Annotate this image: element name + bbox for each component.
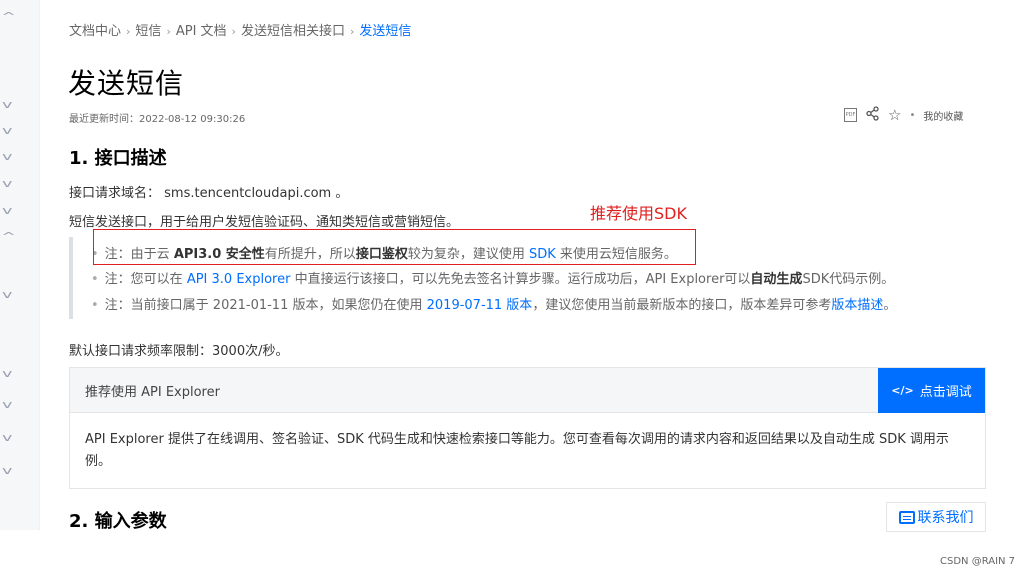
contact-us-label: 联系我们 [917,510,974,526]
breadcrumb-item-api-docs[interactable]: API 文档 [176,24,227,39]
favorites-link[interactable]: 我的收藏 [923,108,963,123]
api-explorer-description-line: API Explorer 提供了在线调用、签名验证、SDK 代码生成和快速检索接… [85,432,949,447]
breadcrumb-item-current[interactable]: 发送短信 [359,24,411,39]
chevron-down-icon[interactable]: v [2,288,12,301]
note-version: • 注：当前接口属于 2021-01-11 版本，如果您仍在使用 2019-07-… [91,294,896,313]
chevron-down-icon[interactable]: v [2,124,12,137]
last-updated-text: 最近更新时间：2022-08-12 09:30:26 [69,114,246,125]
chevron-down-icon[interactable]: v [2,98,12,111]
chevron-down-icon[interactable]: v [2,464,12,477]
api-explorer-description-line: 例。 [85,454,112,469]
divider-dot-icon: • [909,109,916,121]
section-heading-description: 1. 接口描述 [69,148,167,169]
page-title: 发送短信 [68,67,185,100]
bullet-icon: • [91,272,99,287]
chevron-down-icon[interactable]: v [2,177,12,190]
page-tools: PDF ☆ • 我的收藏 [844,106,963,124]
note-text: SDK代码示例。 [802,272,895,287]
breadcrumb-separator-icon: › [166,25,171,38]
description-text: 短信发送接口，用于给用户发短信验证码、通知类短信或营销短信。 [69,215,460,230]
code-icon: </> [891,384,914,397]
chevron-down-icon[interactable]: v [2,398,12,411]
annotation-label: 推荐使用SDK [590,204,687,223]
chevron-down-icon[interactable]: v [2,204,12,217]
api-explorer-header: 推荐使用 API Explorer </> 点击调试 [70,368,985,413]
rate-limit-text: 默认接口请求频率限制：3000次/秒。 [69,344,289,359]
note-bold: 自动生成 [750,272,803,287]
note-explorer: • 注：您可以在 API 3.0 Explorer 中直接运行该接口，可以先免去签… [91,268,894,287]
note-text: 注：当前接口属于 2021-01-11 版本，如果您仍在使用 [104,298,427,313]
section-heading-input-params: 2. 输入参数 [69,511,167,532]
chevron-up-icon[interactable]: ^ [1,230,16,243]
watermark: CSDN @RAIN 7 [940,556,1016,567]
note-text: 注：您可以在 [104,272,187,287]
annotation-highlight-box [93,229,696,265]
bullet-icon: • [91,298,99,313]
chevron-down-icon[interactable]: v [2,431,12,444]
pdf-icon[interactable]: PDF [844,108,857,122]
debug-button-label: 点击调试 [919,385,972,400]
old-version-link[interactable]: 2019-07-11 版本 [427,298,533,313]
chevron-down-icon[interactable]: v [2,367,12,380]
domain-text: 接口请求域名： sms.tencentcloudapi.com 。 [69,186,349,201]
api-explorer-panel: 推荐使用 API Explorer </> 点击调试 API Explorer … [69,367,986,489]
breadcrumb-separator-icon: › [126,25,131,38]
note-text: 中直接运行该接口，可以先免去签名计算步骤。运行成功后，API Explorer可… [290,272,751,287]
chat-icon [898,510,915,524]
breadcrumb-item-sms[interactable]: 短信 [135,24,161,39]
breadcrumb-item-sms-apis[interactable]: 发送短信相关接口 [241,24,345,39]
debug-button[interactable]: </> 点击调试 [878,368,985,413]
version-description-link[interactable]: 版本描述 [831,298,883,313]
breadcrumb-separator-icon: › [349,25,355,38]
note-text: ，建议您使用当前最新版本的接口，版本差异可参考 [532,298,832,313]
api-explorer-description: API Explorer 提供了在线调用、签名验证、SDK 代码生成和快速检索接… [70,413,985,489]
chevron-down-icon[interactable]: v [2,150,12,163]
share-icon[interactable] [865,106,880,124]
breadcrumb: 文档中心 › 短信 › API 文档 › 发送短信相关接口 › 发送短信 [69,20,411,39]
star-icon[interactable]: ☆ [888,107,901,123]
contact-us-button[interactable]: 联系我们 [886,502,986,532]
api-explorer-title: 推荐使用 API Explorer [85,384,220,400]
breadcrumb-item-doc-center[interactable]: 文档中心 [69,24,121,39]
api-explorer-link[interactable]: API 3.0 Explorer [187,272,291,287]
chevron-up-icon[interactable]: ^ [1,10,16,23]
note-text: 。 [883,298,897,313]
breadcrumb-separator-icon: › [231,25,236,38]
left-sidebar: ^ v v v v v ^ v v v v v [0,0,40,530]
